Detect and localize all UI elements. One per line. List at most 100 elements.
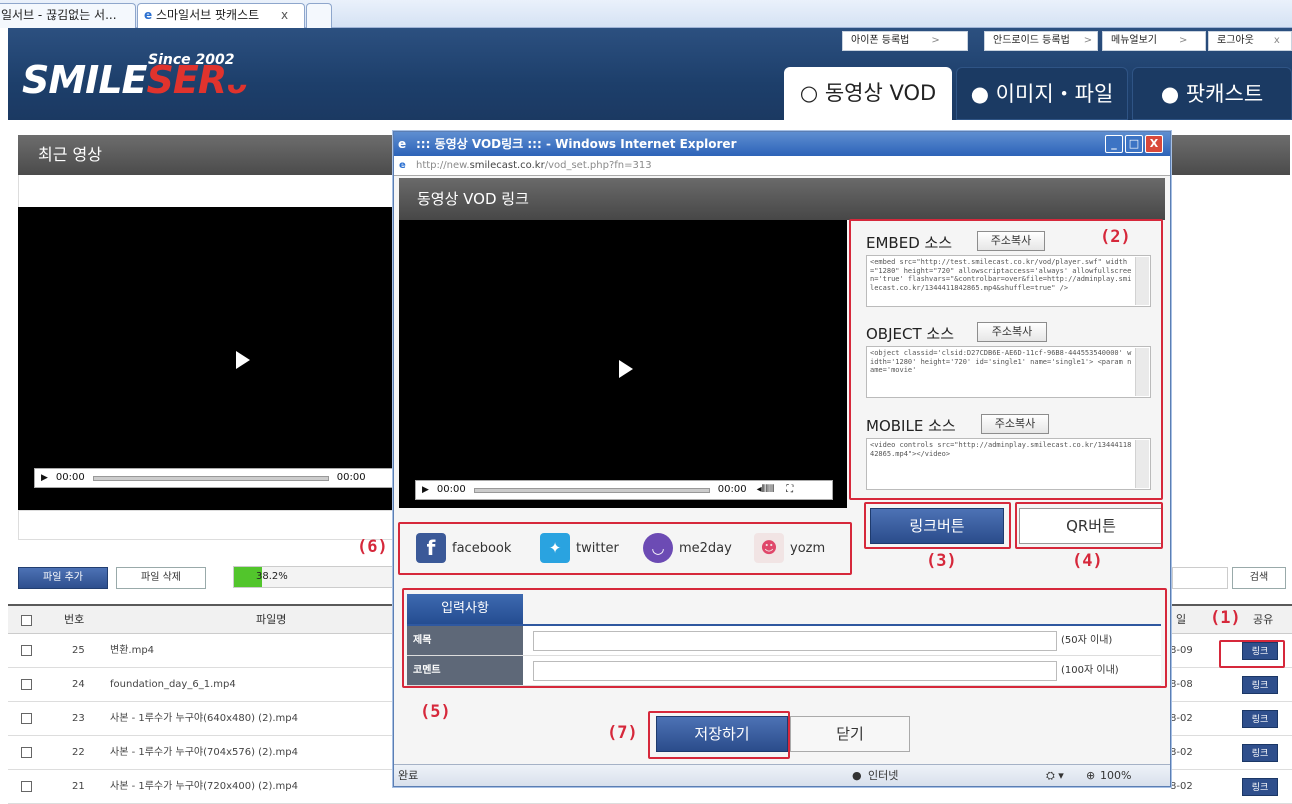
tab-vod[interactable]: ○ 동영상 VOD [784,67,952,120]
row-checkbox[interactable] [21,713,32,724]
globe-icon: ● [852,769,862,782]
upload-progress: 38.2% [233,566,393,588]
annotation-box-7 [648,711,790,759]
row-checkbox[interactable] [21,645,32,656]
status-text: 완료 [398,769,419,782]
annotation-box-6 [398,522,852,575]
seek-bar[interactable] [92,475,329,481]
col-date: 일 [1176,613,1187,626]
annotation-label-5: (5) [420,702,451,722]
browser-tab-active[interactable]: e 스마일서브 팟캐스트 x [137,3,305,28]
maximize-icon[interactable]: □ [1125,135,1143,153]
tab-podcast[interactable]: ● 팟캐스트 [1132,67,1292,120]
close-icon: x [1273,35,1280,46]
url-domain: smilecast.co.kr [469,160,545,171]
annotation-box-2 [849,219,1163,500]
protected-mode-icon[interactable]: ⛭ ▾ [1046,765,1064,787]
row-number: 24 [72,679,85,690]
col-filename: 파일명 [256,613,287,626]
ie-icon: e [144,8,153,22]
annotation-label-2: (2) [1100,227,1131,247]
browser-tab[interactable]: 일서브 - 끊김없는 서... [0,3,136,28]
select-all-checkbox[interactable] [21,615,32,626]
nav-label: 안드로이드 등록법 [993,35,1070,46]
logo-text: SMILE [22,58,147,102]
row-checkbox[interactable] [21,747,32,758]
play-small-icon[interactable]: ▶ [41,469,48,487]
row-date: 8-09 [1170,645,1193,656]
row-number: 25 [72,645,85,656]
row-filename[interactable]: 사본 - 1루수가 누구야(704x576) (2).mp4 [110,736,298,770]
security-zone: 인터넷 [868,769,899,782]
nav-logout[interactable]: 로그아웃 x [1208,31,1292,51]
fullscreen-icon[interactable]: ⛶ [786,481,793,499]
row-number: 23 [72,713,85,724]
annotation-label-1: (1) [1210,608,1241,628]
nav-manual[interactable]: 메뉴얼보기 > [1102,31,1206,51]
close-button[interactable]: 닫기 [790,716,910,752]
address-bar[interactable]: e http://new.smilecast.co.kr/vod_set.php… [394,156,1170,176]
row-link-button[interactable]: 링크 [1242,778,1278,796]
row-number: 22 [72,747,85,758]
video-control-bar: ▶ 00:00 00:00 ◂⫴⫴⫴ ⛶ [415,480,833,500]
row-link-button[interactable]: 링크 [1242,744,1278,762]
chevron-right-icon: > [931,35,940,46]
row-date: 8-08 [1170,679,1193,690]
tab-image-file[interactable]: ● 이미지・파일 [956,67,1128,120]
recent-video-footer [18,510,398,540]
row-link-button[interactable]: 링크 [1242,676,1278,694]
annotation-label-4: (4) [1072,551,1103,571]
new-tab-button[interactable] [306,3,332,28]
annotation-box-5 [402,588,1167,688]
url-prefix: http://new. [416,160,470,171]
row-checkbox[interactable] [21,679,32,690]
nav-label: 메뉴얼보기 [1111,35,1157,46]
time-total: 00:00 [717,484,747,495]
play-icon[interactable] [619,360,633,378]
zoom-icon[interactable]: ⊕ [1086,765,1095,787]
search-button[interactable]: 검색 [1232,567,1286,589]
time-current: 00:00 [436,484,466,495]
play-small-icon[interactable]: ▶ [422,481,429,499]
play-icon[interactable] [236,351,250,369]
annotation-box-3 [864,502,1011,549]
nav-android-guide[interactable]: 안드로이드 등록법 > [984,31,1098,51]
smile-icon: ᴗ [226,66,247,101]
search-input[interactable] [1172,567,1228,589]
close-icon[interactable]: X [1145,135,1163,153]
logo-since: Since 2002 [148,52,235,68]
recent-video-spacer [18,175,398,207]
site-header: SMILESERᴗ Since 2002 아이폰 등록법 > 안드로이드 등록법 >… [8,28,1292,120]
row-filename[interactable]: 변환.mp4 [110,634,154,668]
delete-file-button[interactable]: 파일 삭제 [116,567,206,589]
annotation-label-6: (6) [357,537,388,557]
row-link-button[interactable]: 링크 [1242,710,1278,728]
page-icon: e [399,160,406,171]
volume-icon[interactable]: ◂⫴⫴⫴ [757,481,775,499]
recent-video-player[interactable]: ▶ 00:00 00:00 [18,207,398,510]
chevron-right-icon: > [1083,35,1093,46]
row-checkbox[interactable] [21,781,32,792]
row-number: 21 [72,781,85,792]
popup-title-bar: e ::: 동영상 VOD링크 ::: - Windows Internet E… [394,132,1170,156]
col-number: 번호 [64,613,85,626]
zoom-level[interactable]: 100% [1100,765,1131,787]
heading-text: 동영상 VOD 링크 [417,190,529,208]
annotation-label-3: (3) [926,551,957,571]
minimize-icon[interactable]: _ [1105,135,1123,153]
row-filename[interactable]: foundation_day_6_1.mp4 [110,668,236,702]
seek-bar[interactable] [473,487,710,493]
popup-title: ::: 동영상 VOD링크 ::: - Windows Internet Exp… [416,137,737,151]
nav-iphone-guide[interactable]: 아이폰 등록법 > [842,31,968,51]
annotation-box-1 [1219,640,1285,668]
close-tab-icon[interactable]: x [281,8,288,22]
popup-video-player[interactable]: ▶ 00:00 00:00 ◂⫴⫴⫴ ⛶ [399,220,847,508]
nav-label: 아이폰 등록법 [851,35,910,46]
col-share: 공유 [1253,613,1274,626]
add-file-button[interactable]: 파일 추가 [18,567,108,589]
time-current: 00:00 [55,472,85,483]
ie-icon: e [398,137,407,151]
progress-text: 38.2% [256,571,288,582]
row-filename[interactable]: 사본 - 1루수가 누구야(640x480) (2).mp4 [110,702,298,736]
row-filename[interactable]: 사본 - 1루수가 누구야(720x400) (2).mp4 [110,770,298,804]
